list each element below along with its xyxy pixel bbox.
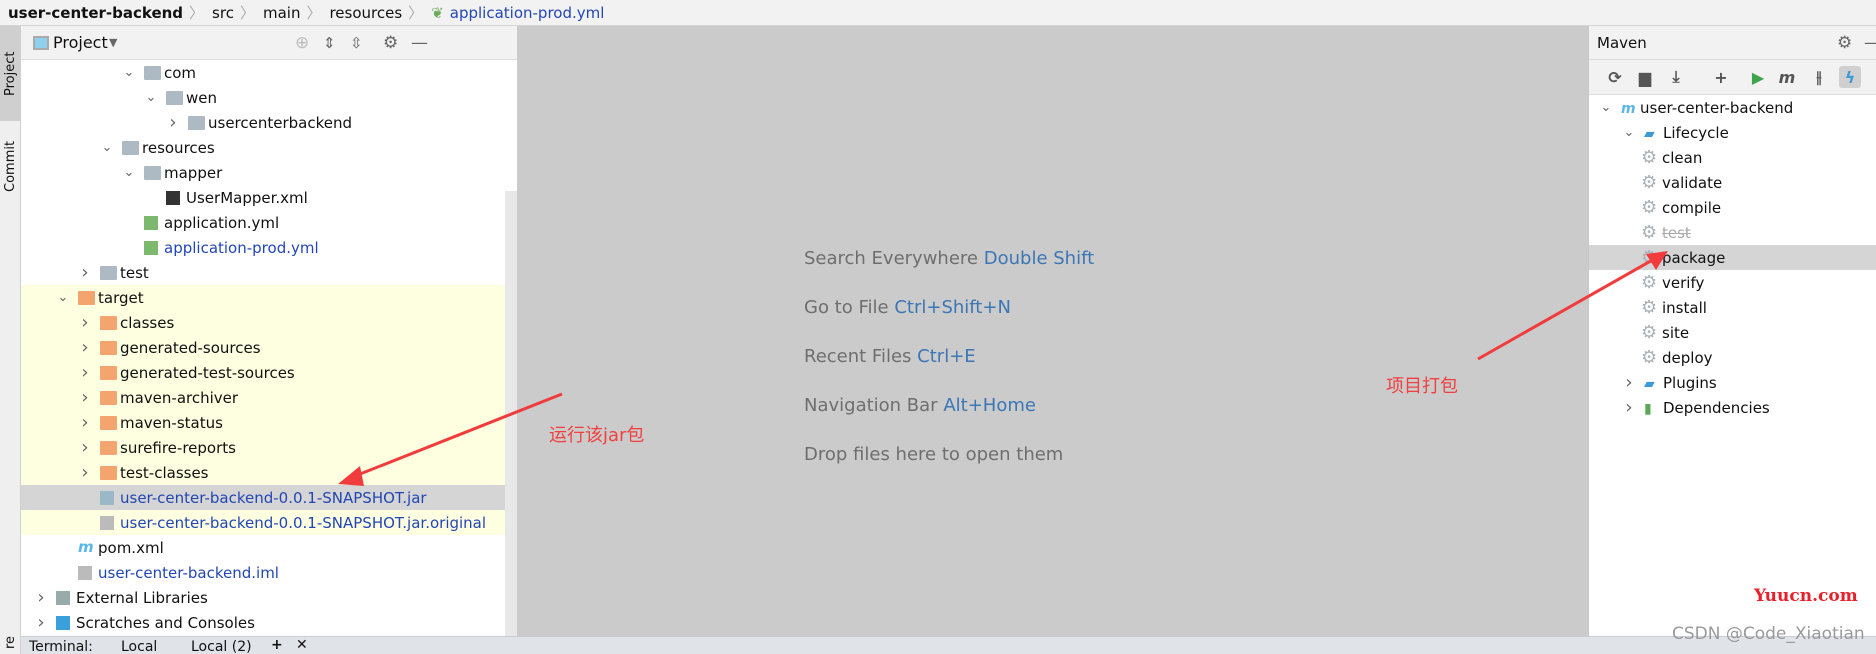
annotation-package-project: 项目打包 bbox=[1386, 376, 1458, 397]
annotation-arrow-jar bbox=[349, 392, 563, 480]
annotation-run-jar: 运行该jar包 bbox=[549, 425, 645, 446]
annotation-layer bbox=[338, 251, 1668, 486]
annotation-arrowhead-jar bbox=[338, 466, 364, 486]
annotation-arrow-package bbox=[1477, 256, 1657, 361]
